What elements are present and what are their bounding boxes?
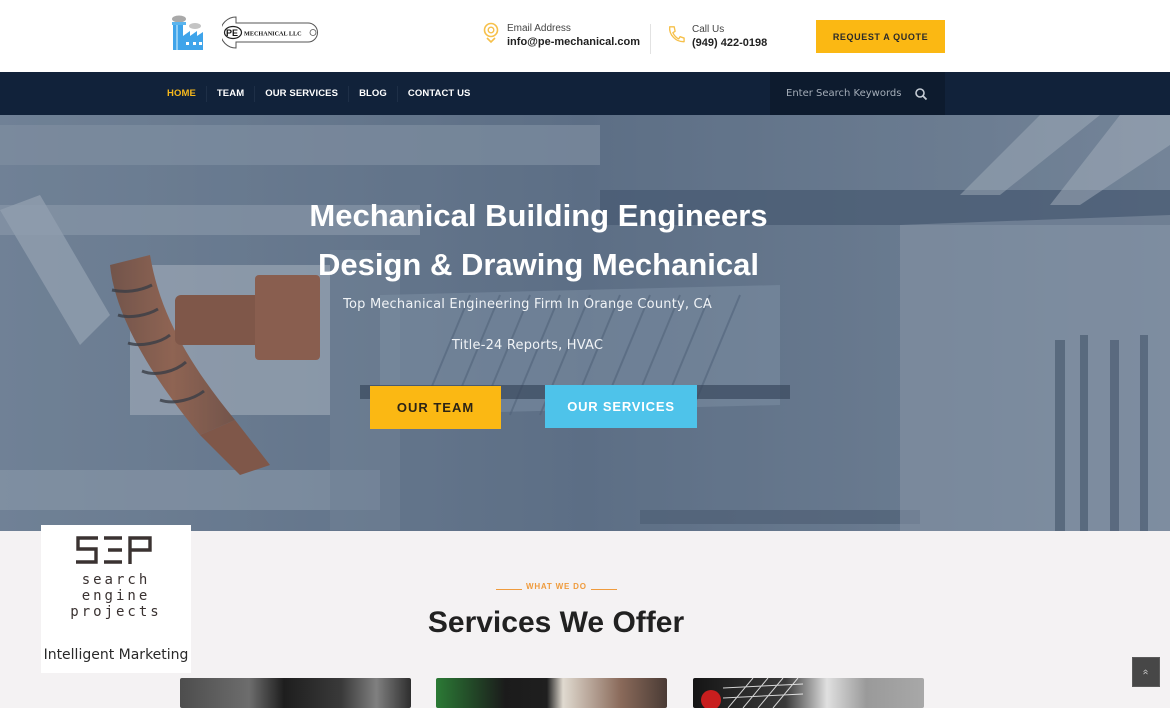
hero-services-text: Title-24 Reports, HVAC [451, 338, 604, 353]
search-box [770, 72, 945, 115]
email-contact: Email Address info@pe-mechanical.com [482, 22, 640, 50]
search-icon[interactable] [914, 87, 928, 101]
nav-menu: HOME TEAM OUR SERVICES BLOG CONTACT US [157, 72, 480, 115]
double-chevron-up-icon: » [1140, 669, 1151, 675]
scroll-to-top-button[interactable]: » [1132, 657, 1160, 687]
solar-panel-graphic [701, 678, 804, 708]
phone-contact: Call Us (949) 422-0198 [667, 23, 767, 51]
service-card-image-3[interactable] [693, 678, 924, 708]
brand-logo[interactable]: PE MECHANICAL LLC [222, 15, 322, 50]
nav-item-contact-us[interactable]: CONTACT US [398, 86, 481, 102]
kicker-text: WHAT WE DO [526, 582, 587, 591]
nav-item-home[interactable]: HOME [157, 85, 207, 102]
service-card-image-1[interactable] [180, 678, 411, 708]
brand-text: MECHANICAL LLC [244, 31, 302, 38]
sep-marketing-badge[interactable]: search engine projects Intelligent Marke… [41, 525, 191, 673]
kicker-line-left [496, 588, 522, 590]
our-services-button[interactable]: OUR SERVICES [545, 385, 697, 428]
sep-word-search: search [81, 572, 151, 588]
location-pin-icon [483, 22, 499, 44]
hero-subtitle: Top Mechanical Engineering Firm In Orang… [343, 297, 712, 312]
sep-word-projects: projects [70, 604, 162, 620]
service-card-image-2[interactable] [436, 678, 667, 708]
search-input[interactable] [770, 88, 910, 99]
sep-word-engine: engine [81, 588, 151, 604]
nav-item-our-services[interactable]: OUR SERVICES [255, 85, 350, 102]
sep-logo [76, 536, 152, 564]
email-label: Email Address [507, 23, 571, 34]
phone-label: Call Us [692, 24, 725, 35]
nav-item-team[interactable]: TEAM [207, 85, 256, 102]
nav-item-blog[interactable]: BLOG [349, 85, 398, 102]
hero-banner: Mechanical Building Engineers Design & D… [0, 115, 1170, 531]
brand-initials: PE [226, 28, 238, 38]
sep-words: search engine projects [41, 572, 191, 620]
header-divider [650, 24, 651, 54]
sep-tagline: Intelligent Marketing [43, 647, 189, 663]
phone-value[interactable]: (949) 422-0198 [692, 36, 767, 51]
hero-background-image [0, 115, 1170, 531]
phone-icon [669, 26, 685, 43]
our-team-button[interactable]: OUR TEAM [370, 386, 501, 429]
factory-logo-icon[interactable] [167, 14, 205, 52]
email-value[interactable]: info@pe-mechanical.com [507, 35, 640, 50]
top-header: PE MECHANICAL LLC Email Address info@pe-… [0, 0, 1170, 72]
main-nav: HOME TEAM OUR SERVICES BLOG CONTACT US [0, 72, 1170, 115]
section-kicker: WHAT WE DO [496, 582, 617, 591]
hero-title-line1: Mechanical Building Engineers [309, 198, 768, 233]
request-quote-button[interactable]: REQUEST A QUOTE [816, 20, 945, 53]
kicker-line-right [590, 588, 617, 590]
hero-title-line2: Design & Drawing Mechanical [318, 247, 759, 282]
